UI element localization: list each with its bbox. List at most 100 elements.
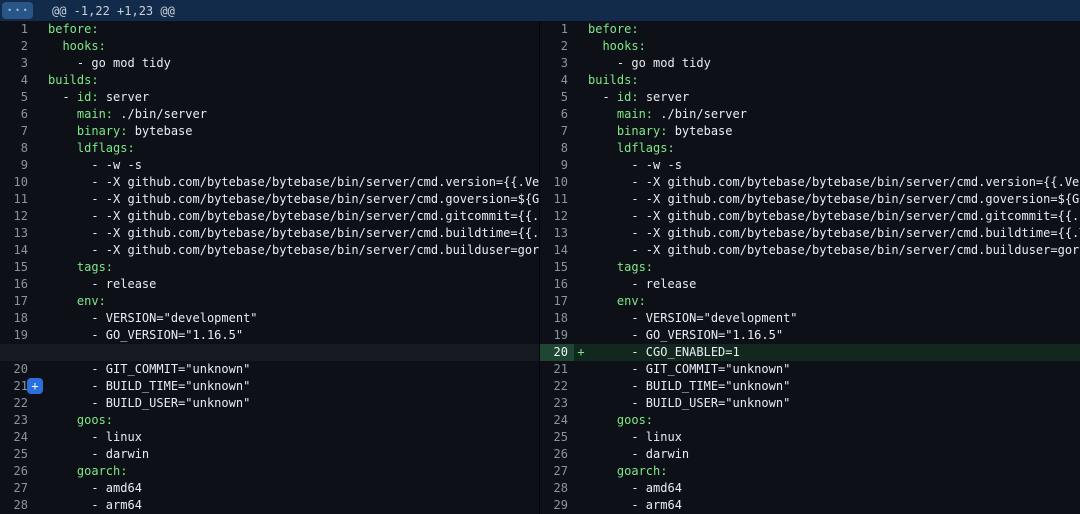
- line-number[interactable]: 4: [540, 72, 574, 89]
- line-number[interactable]: 19: [540, 327, 574, 344]
- line-number[interactable]: 10: [540, 174, 574, 191]
- line-number[interactable]: 12: [540, 208, 574, 225]
- line-number[interactable]: 12: [0, 208, 34, 225]
- line-number[interactable]: 2: [0, 38, 34, 55]
- line-number[interactable]: 16: [0, 276, 34, 293]
- line-number[interactable]: 14: [0, 242, 34, 259]
- line-number[interactable]: 2: [540, 38, 574, 55]
- line-number[interactable]: 19: [0, 327, 34, 344]
- code-line: - GO_VERSION="1.16.5": [48, 327, 539, 344]
- line-number[interactable]: 9: [0, 157, 34, 174]
- code-text: - arm64: [48, 498, 142, 512]
- line-number[interactable]: 11: [0, 191, 34, 208]
- line-number[interactable]: 15: [0, 259, 34, 276]
- line-number[interactable]: 25: [540, 429, 574, 446]
- left-line: 1before:: [0, 21, 540, 38]
- split-diff-view: ••• @@ -1,22 +1,23 @@ 1before:1before:2 …: [0, 0, 1080, 514]
- line-number[interactable]: 25: [0, 446, 34, 463]
- code-text: [588, 124, 617, 138]
- line-number[interactable]: 17: [540, 293, 574, 310]
- line-number[interactable]: 29: [540, 497, 574, 514]
- line-number[interactable]: 18: [0, 310, 34, 327]
- line-number[interactable]: 28: [0, 497, 34, 514]
- line-number[interactable]: 1: [0, 21, 34, 38]
- yaml-key: env:: [617, 294, 646, 308]
- line-number[interactable]: 9: [540, 157, 574, 174]
- code-line: - -X github.com/bytebase/bytebase/bin/se…: [588, 174, 1080, 191]
- line-number[interactable]: 18: [540, 310, 574, 327]
- line-number[interactable]: 15: [540, 259, 574, 276]
- marker-spacer: [574, 497, 588, 514]
- diff-row: 20 - GIT_COMMIT="unknown"21 - GIT_COMMIT…: [0, 361, 1080, 378]
- left-line: 25 - darwin: [0, 446, 540, 463]
- code-line: - -X github.com/bytebase/bytebase/bin/se…: [48, 225, 539, 242]
- diff-row: 6 main: ./bin/server6 main: ./bin/server: [0, 106, 1080, 123]
- line-number[interactable]: 8: [540, 140, 574, 157]
- line-number[interactable]: 6: [540, 106, 574, 123]
- line-number[interactable]: 7: [0, 123, 34, 140]
- diff-row: 22 - BUILD_USER="unknown"23 - BUILD_USER…: [0, 395, 1080, 412]
- yaml-key: tags:: [617, 260, 653, 274]
- add-marker: +: [574, 344, 588, 361]
- line-number[interactable]: 1: [540, 21, 574, 38]
- line-number[interactable]: 17: [0, 293, 34, 310]
- code-line: env:: [588, 293, 1080, 310]
- diff-row: 16 - release16 - release: [0, 276, 1080, 293]
- line-number[interactable]: 24: [540, 412, 574, 429]
- right-line: 22 - BUILD_TIME="unknown": [540, 378, 1080, 395]
- right-line: 5 - id: server: [540, 89, 1080, 106]
- code-line: tags:: [48, 259, 539, 276]
- code-line: - release: [588, 276, 1080, 293]
- line-number[interactable]: 6: [0, 106, 34, 123]
- code-text: [588, 413, 617, 427]
- code-line: hooks:: [48, 38, 539, 55]
- marker-spacer: [574, 157, 588, 174]
- line-number[interactable]: 3: [0, 55, 34, 72]
- line-number[interactable]: 13: [540, 225, 574, 242]
- line-number[interactable]: 26: [0, 463, 34, 480]
- line-number[interactable]: 27: [540, 463, 574, 480]
- code-line: - go mod tidy: [48, 55, 539, 72]
- expand-hunk-button[interactable]: •••: [2, 2, 33, 19]
- line-number[interactable]: 4: [0, 72, 34, 89]
- yaml-key: id:: [77, 90, 99, 104]
- right-line: 23 - BUILD_USER="unknown": [540, 395, 1080, 412]
- code-text: - go mod tidy: [588, 56, 711, 70]
- line-number[interactable]: 20: [0, 361, 34, 378]
- diff-row: 15 tags:15 tags:: [0, 259, 1080, 276]
- line-number[interactable]: 20: [540, 344, 574, 361]
- right-line: 21 - GIT_COMMIT="unknown": [540, 361, 1080, 378]
- line-number[interactable]: 21: [540, 361, 574, 378]
- line-number[interactable]: 5: [540, 89, 574, 106]
- diff-row: 19 - GO_VERSION="1.16.5"19 - GO_VERSION=…: [0, 327, 1080, 344]
- line-number[interactable]: 3: [540, 55, 574, 72]
- diff-row: 1before:1before:: [0, 21, 1080, 38]
- yaml-key: binary:: [77, 124, 128, 138]
- line-number[interactable]: 23: [0, 412, 34, 429]
- line-number[interactable]: 10: [0, 174, 34, 191]
- marker-spacer: [574, 361, 588, 378]
- diff-row: 24 - linux25 - linux: [0, 429, 1080, 446]
- line-number[interactable]: 22: [540, 378, 574, 395]
- line-number[interactable]: 26: [540, 446, 574, 463]
- line-number[interactable]: 8: [0, 140, 34, 157]
- line-number[interactable]: 28: [540, 480, 574, 497]
- line-number[interactable]: 7: [540, 123, 574, 140]
- line-number[interactable]: 5: [0, 89, 34, 106]
- code-text: - CGO_ENABLED=1: [588, 345, 740, 359]
- line-number[interactable]: 23: [540, 395, 574, 412]
- left-line: 10 - -X github.com/bytebase/bytebase/bin…: [0, 174, 540, 191]
- line-number[interactable]: 27: [0, 480, 34, 497]
- line-number[interactable]: 24: [0, 429, 34, 446]
- line-number[interactable]: 16: [540, 276, 574, 293]
- line-number[interactable]: 11: [540, 191, 574, 208]
- line-number[interactable]: 22: [0, 395, 34, 412]
- code-text: - -w -s: [588, 158, 682, 172]
- left-line: 18 - VERSION="development": [0, 310, 540, 327]
- hunk-header: ••• @@ -1,22 +1,23 @@: [0, 0, 1080, 21]
- line-number[interactable]: 14: [540, 242, 574, 259]
- add-comment-button[interactable]: +: [27, 378, 43, 394]
- line-number[interactable]: 13: [0, 225, 34, 242]
- code-text: - BUILD_USER="unknown": [588, 396, 790, 410]
- code-text: - release: [588, 277, 696, 291]
